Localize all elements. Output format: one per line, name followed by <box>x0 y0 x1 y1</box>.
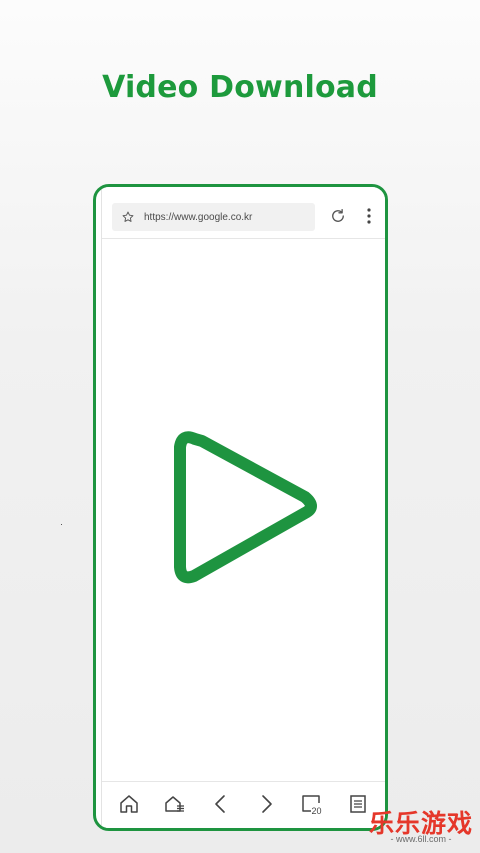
vertical-dots-icon[interactable] <box>366 207 372 225</box>
back-button[interactable] <box>209 792 233 816</box>
forward-button[interactable] <box>254 792 278 816</box>
star-outline-icon[interactable] <box>121 210 135 224</box>
browser-screen: https://www.google.co.kr 20 <box>101 187 385 828</box>
phone-frame: https://www.google.co.kr 20 <box>93 184 388 831</box>
tabs-icon: 20 <box>302 795 322 816</box>
home-button[interactable] <box>117 792 141 816</box>
refresh-icon[interactable] <box>329 207 347 225</box>
tabs-count: 20 <box>312 806 322 816</box>
stray-dot <box>61 524 62 525</box>
home-list-icon <box>165 796 184 812</box>
url-text[interactable]: https://www.google.co.kr <box>144 212 252 223</box>
headline: Video Download <box>102 70 378 105</box>
watermark-url: - www.6ll.com - <box>390 834 452 844</box>
home-list-button[interactable] <box>163 792 187 816</box>
browser-toolbar: https://www.google.co.kr <box>102 187 385 239</box>
tabs-button[interactable]: 20 <box>300 792 324 816</box>
play-icon <box>174 431 317 584</box>
bottom-navigation: 20 <box>102 781 385 828</box>
home-icon <box>120 795 138 813</box>
chevron-right-icon <box>262 795 272 813</box>
chevron-left-icon <box>215 795 225 813</box>
address-bar[interactable]: https://www.google.co.kr <box>112 203 315 231</box>
site-watermark: 乐乐游戏 - www.6ll.com - <box>362 804 480 850</box>
